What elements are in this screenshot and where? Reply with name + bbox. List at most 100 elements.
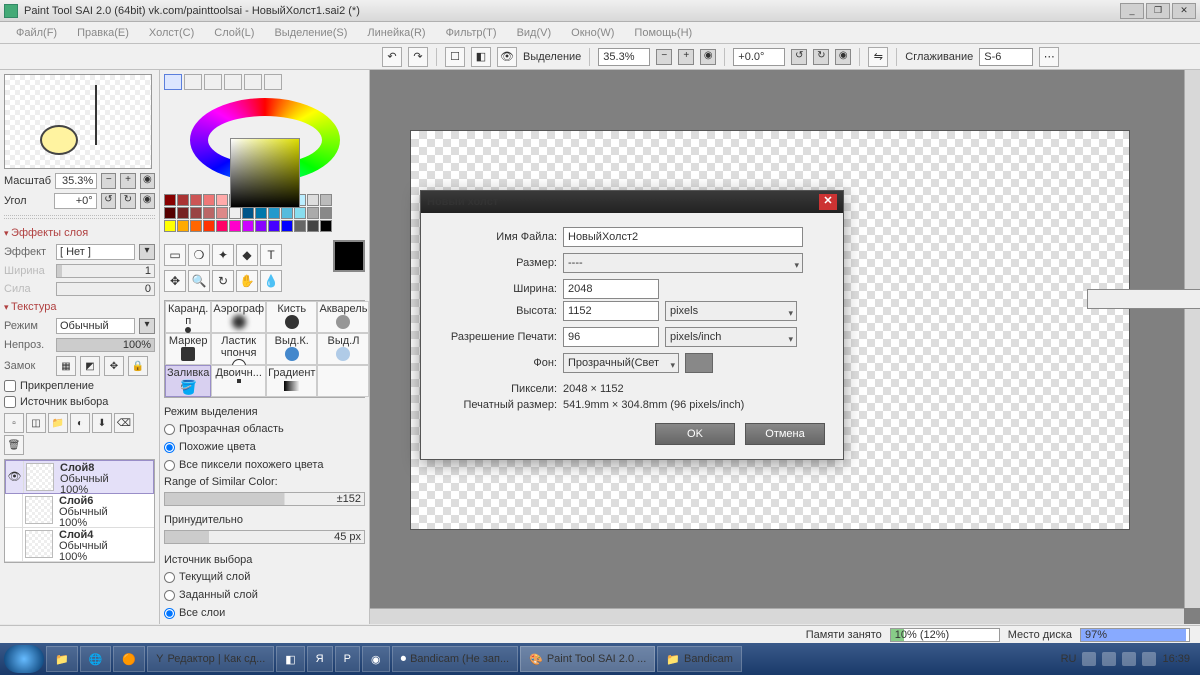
- color-swatch[interactable]: [229, 207, 241, 219]
- color-swatch[interactable]: [307, 207, 319, 219]
- width-input[interactable]: 2048: [563, 279, 659, 299]
- brush-seleraser[interactable]: Выд.Л: [317, 333, 369, 365]
- texture-header[interactable]: Текстура: [4, 299, 155, 315]
- color-swatch[interactable]: [164, 220, 176, 232]
- color-swatch[interactable]: [320, 207, 332, 219]
- color-swatch-tab[interactable]: [244, 74, 262, 90]
- srcsel-current-radio[interactable]: Текущий слой: [164, 570, 365, 584]
- opacity-slider[interactable]: 100%: [56, 338, 155, 352]
- brush-airbrush[interactable]: Аэрограф: [211, 301, 266, 333]
- menu-selection[interactable]: Выделение(S): [266, 25, 355, 41]
- color-mixer-tab[interactable]: [224, 74, 242, 90]
- visibility-icon[interactable]: [5, 528, 23, 561]
- layer-item[interactable]: 👁Слой8Обычный100%: [5, 460, 154, 494]
- rect-select-tool[interactable]: ▭: [164, 244, 186, 266]
- dialog-titlebar[interactable]: Новый холст ✕: [421, 191, 843, 213]
- foreground-color-swatch[interactable]: [333, 240, 365, 272]
- color-swatch[interactable]: [203, 207, 215, 219]
- layer-fx-header[interactable]: Эффекты слоя: [4, 225, 155, 241]
- color-swatch[interactable]: [164, 207, 176, 219]
- angle-cw-button[interactable]: ↻: [120, 193, 135, 209]
- color-swatch[interactable]: [229, 220, 241, 232]
- rotate-ccw-button[interactable]: ↺: [791, 49, 807, 65]
- color-swatch[interactable]: [190, 194, 202, 206]
- menu-layer[interactable]: Слой(L): [206, 25, 262, 41]
- undo-button[interactable]: ↶: [382, 47, 402, 67]
- unit-select[interactable]: pixels: [665, 301, 797, 321]
- move-tool[interactable]: ✥: [164, 270, 186, 292]
- color-swatch[interactable]: [242, 220, 254, 232]
- menu-ruler[interactable]: Линейка(R): [359, 25, 433, 41]
- brush-eraser[interactable]: Ластик чпончя: [211, 333, 266, 365]
- pin-checkbox[interactable]: Прикрепление: [4, 379, 155, 393]
- layer-item[interactable]: Слой4Обычный100%: [5, 528, 154, 562]
- zoom-tool[interactable]: 🔍: [188, 270, 210, 292]
- task-explorer[interactable]: 📁: [46, 646, 78, 672]
- color-rgb-tab[interactable]: [184, 74, 202, 90]
- zoom-in-button[interactable]: +: [678, 49, 694, 65]
- select-source-checkbox[interactable]: Источник выбора: [4, 395, 155, 409]
- smoothing-select[interactable]: S-6: [979, 48, 1033, 66]
- task-browser1[interactable]: 🌐: [80, 646, 112, 672]
- brush-brush[interactable]: Кисть: [266, 301, 317, 333]
- angle-reset-button[interactable]: ◉: [140, 193, 155, 209]
- filename-input[interactable]: НовыйХолст2: [563, 227, 803, 247]
- brush-selbrush[interactable]: Выд.К.: [266, 333, 317, 365]
- task-bandicam-folder[interactable]: 📁Bandicam: [657, 646, 742, 672]
- color-scratch-tab[interactable]: [264, 74, 282, 90]
- task-steam[interactable]: ◉: [362, 646, 390, 672]
- brush-marker[interactable]: Маркер: [165, 333, 211, 365]
- selmode-transparent-radio[interactable]: Прозрачная область: [164, 422, 365, 436]
- color-swatch[interactable]: [281, 220, 293, 232]
- lock-move-button[interactable]: ✥: [104, 356, 124, 376]
- rotate-tool[interactable]: ↻: [212, 270, 234, 292]
- color-wheel[interactable]: [190, 98, 340, 182]
- color-swatch[interactable]: [268, 207, 280, 219]
- color-swatch[interactable]: [177, 194, 189, 206]
- brush-binary[interactable]: Двоичн...: [211, 365, 266, 397]
- color-swatch[interactable]: [190, 220, 202, 232]
- task-bandicam-rec[interactable]: ⏺Bandicam (Не зап...: [392, 646, 519, 672]
- color-hsv-tab[interactable]: [204, 74, 222, 90]
- menu-window[interactable]: Окно(W): [563, 25, 622, 41]
- color-swatch[interactable]: [307, 220, 319, 232]
- color-swatch[interactable]: [255, 207, 267, 219]
- rotation-field[interactable]: +0.0°: [733, 48, 785, 66]
- horizontal-scrollbar[interactable]: [370, 608, 1184, 624]
- color-square[interactable]: [230, 138, 300, 208]
- layer-item[interactable]: Слой6Обычный100%: [5, 494, 154, 528]
- force-slider[interactable]: 45 px: [164, 530, 365, 544]
- menu-canvas[interactable]: Холст(C): [141, 25, 202, 41]
- rotate-cw-button[interactable]: ↻: [813, 49, 829, 65]
- color-swatch[interactable]: [177, 220, 189, 232]
- tray-icon[interactable]: [1082, 652, 1096, 666]
- color-swatch[interactable]: [268, 220, 280, 232]
- resolution-input[interactable]: 96: [563, 327, 659, 347]
- color-swatch[interactable]: [216, 194, 228, 206]
- blend-mode-select[interactable]: Обычный: [56, 318, 135, 334]
- deselect-button[interactable]: ☐: [445, 47, 465, 67]
- invert-sel-button[interactable]: ◧: [471, 47, 491, 67]
- visibility-icon[interactable]: [5, 562, 23, 563]
- srcsel-all-radio[interactable]: Все слои: [164, 606, 365, 620]
- menu-file[interactable]: Файл(F): [8, 25, 65, 41]
- scale-field[interactable]: 35.3%: [55, 173, 97, 189]
- text-tool[interactable]: T: [260, 244, 282, 266]
- color-swatch[interactable]: [216, 220, 228, 232]
- color-swatch[interactable]: [281, 207, 293, 219]
- zoom-field[interactable]: 35.3%: [598, 48, 650, 66]
- close-button[interactable]: ✕: [1172, 3, 1196, 19]
- scale-minus-button[interactable]: −: [101, 173, 116, 189]
- dialog-close-button[interactable]: ✕: [819, 194, 837, 210]
- visibility-icon[interactable]: 👁: [6, 461, 24, 493]
- minimize-button[interactable]: _: [1120, 3, 1144, 19]
- flip-h-button[interactable]: ⇋: [868, 47, 888, 67]
- brush-pencil[interactable]: Каранд. п: [165, 301, 211, 333]
- menu-view[interactable]: Вид(V): [509, 25, 560, 41]
- zoom-out-button[interactable]: −: [656, 49, 672, 65]
- lock-pixels-button[interactable]: ◩: [80, 356, 100, 376]
- language-indicator[interactable]: RU: [1061, 653, 1077, 665]
- brush-bucket[interactable]: Заливка🪣: [165, 365, 211, 397]
- merge-down-button[interactable]: ⬇: [92, 413, 112, 433]
- scale-plus-button[interactable]: +: [120, 173, 135, 189]
